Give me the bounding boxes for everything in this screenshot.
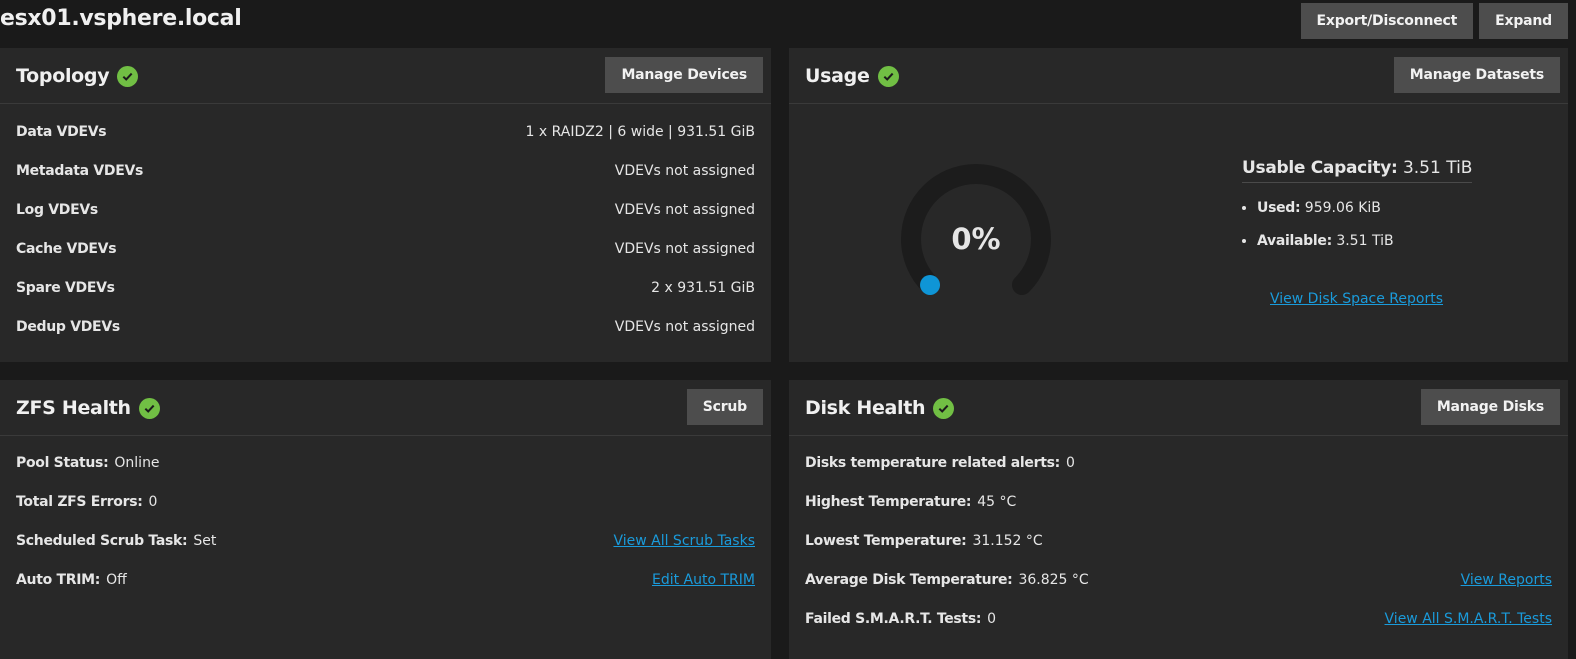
edit-auto-trim-link[interactable]: Edit Auto TRIM (652, 572, 755, 588)
usable-capacity: Usable Capacity: 3.51 TiB (1242, 158, 1473, 183)
view-all-smart-tests-link[interactable]: View All S.M.A.R.T. Tests (1385, 611, 1552, 627)
check-circle-icon (933, 397, 955, 419)
topology-row-data: Data VDEVs 1 x RAIDZ2 | 6 wide | 931.51 … (16, 122, 755, 142)
zfs-health-header: ZFS Health Scrub (0, 380, 771, 436)
topology-row-dedup: Dedup VDEVs VDEVs not assigned (16, 317, 755, 337)
disk-health-card: Disk Health Manage Disks Disks temperatu… (789, 380, 1568, 659)
view-reports-link[interactable]: View Reports (1461, 572, 1552, 588)
zfs-row-pool-status: Pool Status: Online (16, 453, 755, 473)
usage-details: Used: 959.06 KiB Available: 3.51 TiB (1257, 198, 1394, 264)
zfs-row-value: Set (193, 533, 217, 549)
disk-row-value: 45 °C (977, 494, 1017, 510)
topology-row-value: 1 x RAIDZ2 | 6 wide | 931.51 GiB (525, 124, 755, 140)
usage-percent: 0% (951, 222, 1001, 256)
disk-row-temp-alerts: Disks temperature related alerts: 0 (805, 453, 1552, 473)
topology-row-label: Dedup VDEVs (16, 319, 120, 335)
zfs-row-value: Online (114, 455, 160, 471)
topology-row-label: Log VDEVs (16, 202, 98, 218)
expand-button[interactable]: Expand (1479, 3, 1568, 39)
topology-row-cache: Cache VDEVs VDEVs not assigned (16, 239, 755, 259)
usage-card: Usage Manage Datasets 0% Usable Capacity… (789, 48, 1568, 362)
topology-card: Topology Manage Devices Data VDEVs 1 x R… (0, 48, 771, 362)
manage-disks-button[interactable]: Manage Disks (1420, 389, 1560, 425)
disk-row-label: Disks temperature related alerts: (805, 455, 1060, 471)
disk-health-header: Disk Health Manage Disks (789, 380, 1568, 436)
topology-row-value: VDEVs not assigned (614, 163, 755, 179)
export-disconnect-button[interactable]: Export/Disconnect (1300, 3, 1474, 39)
zfs-row-scrub-task: Scheduled Scrub Task: Set View All Scrub … (16, 531, 755, 551)
disk-row-smart-tests: Failed S.M.A.R.T. Tests: 0 View All S.M.A… (805, 609, 1552, 629)
disk-row-value: 31.152 °C (972, 533, 1043, 549)
disk-row-value: 0 (1065, 455, 1075, 471)
zfs-row-label: Scheduled Scrub Task: (16, 533, 188, 549)
disk-row-label: Lowest Temperature: (805, 533, 967, 549)
zfs-row-value: Off (106, 572, 127, 588)
available-label: Available: (1257, 233, 1332, 249)
check-circle-icon (138, 397, 160, 419)
topology-row-label: Spare VDEVs (16, 280, 115, 296)
disk-row-highest-temp: Highest Temperature: 45 °C (805, 492, 1552, 512)
usage-header: Usage Manage Datasets (789, 48, 1568, 104)
check-circle-icon (117, 65, 139, 87)
disk-row-value: 36.825 °C (1018, 572, 1089, 588)
topology-row-label: Data VDEVs (16, 124, 107, 140)
topology-row-value: 2 x 931.51 GiB (651, 280, 755, 296)
disk-row-value: 0 (987, 611, 997, 627)
zfs-health-title: ZFS Health (16, 397, 160, 419)
used-value: 959.06 KiB (1304, 200, 1381, 216)
manage-devices-button[interactable]: Manage Devices (605, 57, 763, 93)
disk-row-average-temp: Average Disk Temperature: 36.825 °C View … (805, 570, 1552, 590)
usage-title: Usage (805, 65, 899, 87)
usage-title-text: Usage (805, 65, 870, 87)
check-circle-icon (877, 65, 899, 87)
zfs-row-label: Auto TRIM: (16, 572, 101, 588)
used-label: Used: (1257, 200, 1301, 216)
disk-row-label: Average Disk Temperature: (805, 572, 1013, 588)
zfs-row-label: Total ZFS Errors: (16, 494, 143, 510)
usable-capacity-label: Usable Capacity: (1242, 158, 1398, 178)
topology-title: Topology (16, 65, 139, 87)
zfs-row-auto-trim: Auto TRIM: Off Edit Auto TRIM (16, 570, 755, 590)
zfs-health-card: ZFS Health Scrub Pool Status: Online Tota… (0, 380, 771, 659)
disk-row-label: Failed S.M.A.R.T. Tests: (805, 611, 982, 627)
view-all-scrub-tasks-link[interactable]: View All Scrub Tasks (613, 533, 755, 549)
pool-title: esx01.vsphere.local (0, 6, 242, 31)
view-disk-space-reports-link[interactable]: View Disk Space Reports (1270, 291, 1443, 307)
available-item: Available: 3.51 TiB (1257, 231, 1394, 264)
topology-row-metadata: Metadata VDEVs VDEVs not assigned (16, 161, 755, 181)
manage-datasets-button[interactable]: Manage Datasets (1393, 57, 1560, 93)
disk-health-title: Disk Health (805, 397, 955, 419)
zfs-row-errors: Total ZFS Errors: 0 (16, 492, 755, 512)
usable-capacity-value: 3.51 TiB (1402, 158, 1473, 178)
usage-gauge: 0% (899, 162, 1053, 316)
topology-row-value: VDEVs not assigned (614, 202, 755, 218)
topology-row-label: Cache VDEVs (16, 241, 117, 257)
topology-title-text: Topology (16, 65, 110, 87)
scrub-button[interactable]: Scrub (686, 389, 763, 425)
used-item: Used: 959.06 KiB (1257, 198, 1394, 231)
topology-row-value: VDEVs not assigned (614, 319, 755, 335)
disk-row-lowest-temp: Lowest Temperature: 31.152 °C (805, 531, 1552, 551)
pool-actions: Export/Disconnect Expand (1300, 3, 1568, 39)
zfs-row-label: Pool Status: (16, 455, 109, 471)
zfs-row-value: 0 (148, 494, 158, 510)
topology-row-label: Metadata VDEVs (16, 163, 144, 179)
topology-row-log: Log VDEVs VDEVs not assigned (16, 200, 755, 220)
available-value: 3.51 TiB (1336, 233, 1394, 249)
topology-header: Topology Manage Devices (0, 48, 771, 104)
topology-row-spare: Spare VDEVs 2 x 931.51 GiB (16, 278, 755, 298)
disk-health-title-text: Disk Health (805, 397, 926, 419)
disk-row-label: Highest Temperature: (805, 494, 972, 510)
topology-row-value: VDEVs not assigned (614, 241, 755, 257)
zfs-health-title-text: ZFS Health (16, 397, 131, 419)
